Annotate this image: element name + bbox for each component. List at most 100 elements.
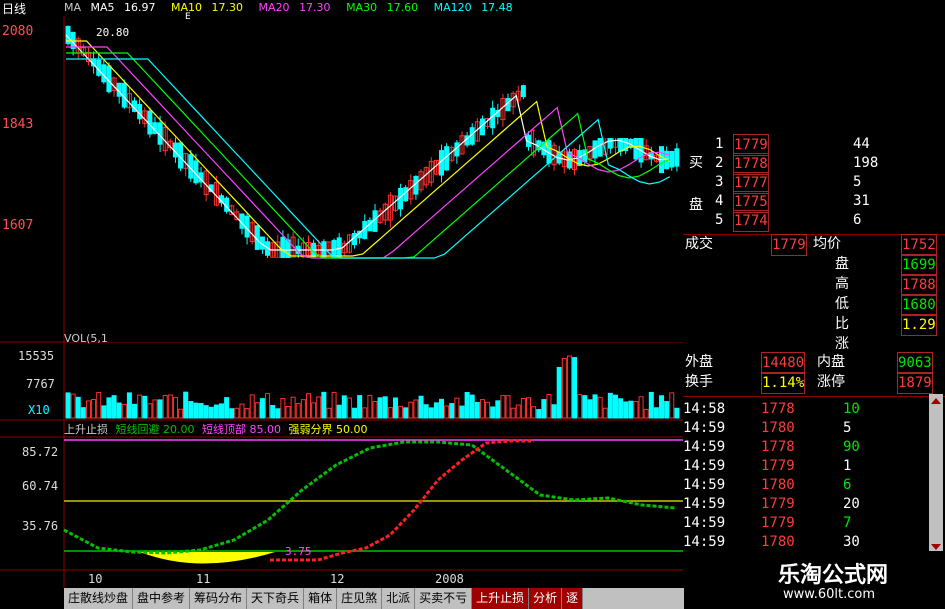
tick-list: 14:58 1778 10 14:59 1780 5 14:59 1778 90 14:59 177… <box>683 396 945 588</box>
turnover-value: 1.14% <box>761 372 806 394</box>
order-book-row: 2 1778 198 <box>683 153 945 175</box>
ma10-label: MA10 17.30 <box>171 1 244 14</box>
tick-row: 14:59 1779 20 <box>683 494 923 514</box>
low-value: 1680 <box>901 294 937 316</box>
ma5-label: MA5 16.97 <box>90 1 156 14</box>
price-candles <box>65 16 683 342</box>
oscillator-bottom-value: 3.75 <box>285 545 312 558</box>
tab-7[interactable]: 买卖不亏 <box>415 588 473 609</box>
chart-window: 日线 MA MA5 16.97 MA10 17.30 MA20 17.30 MA… <box>0 0 945 609</box>
scroll-up-icon[interactable] <box>931 398 941 404</box>
price-axis-high: 2080 <box>2 24 34 39</box>
tab-2[interactable]: 筹码分布 <box>190 588 248 609</box>
oscillator-axis-high: 85.72 <box>22 445 59 459</box>
tick-time: 14:59 <box>683 458 726 474</box>
order-book-row: 5 1774 6 <box>683 210 945 232</box>
tick-price: 1780 <box>761 420 795 436</box>
param-strength-divide: 强弱分界 50.00 <box>288 423 368 436</box>
level: 2 <box>715 155 724 171</box>
tab-1[interactable]: 盘中参考 <box>133 588 191 609</box>
tab-9[interactable]: 分析 <box>529 588 563 609</box>
trade-value: 1779 <box>771 234 807 256</box>
stop-value: 1879 <box>897 372 933 394</box>
tick-row: 14:58 1778 10 <box>683 399 923 419</box>
limit-label: 涨 <box>835 336 849 352</box>
oscillator-axis-low: 35.76 <box>22 519 59 533</box>
turnover-label: 换手 <box>685 374 713 390</box>
price-axis-low: 1607 <box>2 218 34 233</box>
volume-axis-mid: 7767 <box>26 377 55 391</box>
tick-time: 14:58 <box>683 401 726 417</box>
volume: 198 <box>853 155 879 171</box>
level: 4 <box>715 193 724 209</box>
volume: 44 <box>853 136 870 152</box>
avg-label: 均价 <box>813 236 841 252</box>
oscillator-name: 上升止损 <box>64 423 108 436</box>
tick-scrollbar[interactable] <box>929 394 943 554</box>
volume-bars <box>65 355 680 419</box>
oscillator-legend: 上升止损 短线回避 20.00 短线顶部 85.00 强弱分界 50.00 <box>64 421 368 437</box>
tick-time: 14:59 <box>683 534 726 550</box>
tick-volume: 1 <box>843 458 852 474</box>
tick-price: 1779 <box>761 515 795 531</box>
tab-3[interactable]: 天下奇兵 <box>247 588 305 609</box>
period-label[interactable]: 日线 <box>2 0 26 17</box>
level: 1 <box>715 136 724 152</box>
tab-4[interactable]: 箱体 <box>304 588 338 609</box>
tick-volume: 90 <box>843 439 860 455</box>
x-axis-12: 12 <box>330 572 345 586</box>
tab-0[interactable]: 庄散线炒盘 <box>64 588 134 609</box>
tick-price: 1778 <box>761 401 795 417</box>
ratio-value: 1.29 <box>901 314 937 336</box>
ma-legend: MA MA5 16.97 MA10 17.30 MA20 17.30 MA30 … <box>64 0 604 16</box>
volume-title: VOL(5,1 <box>64 332 108 345</box>
tab-10[interactable]: 逐 <box>562 588 584 609</box>
ma120-label: MA120 17.48 <box>433 1 513 14</box>
x-axis-10: 10 <box>88 572 103 586</box>
volume-axis-high: 15535 <box>18 349 55 363</box>
tick-row: 14:59 1780 5 <box>683 418 923 438</box>
open-value: 1699 <box>901 254 937 276</box>
tick-row: 14:59 1778 90 <box>683 437 923 457</box>
brand-watermark: 乐淘公式网 www.60lt.com <box>683 551 945 609</box>
tick-row: 14:59 1779 1 <box>683 456 923 476</box>
quote-panel: 买 盘 成交 1779 均价 1752 盘 1699 高 1788 低 1680 <box>683 134 945 609</box>
e-marker: E <box>185 12 191 22</box>
level: 3 <box>715 174 724 190</box>
ma30-label: MA30 17.60 <box>346 1 419 14</box>
ratio-label: 比 <box>835 316 849 332</box>
tab-8[interactable]: 上升止损 <box>472 588 530 609</box>
tick-volume: 7 <box>843 515 852 531</box>
oscillator-axis-mid: 60.74 <box>22 479 59 493</box>
tab-5[interactable]: 庄见煞 <box>337 588 383 609</box>
tick-time: 14:59 <box>683 477 726 493</box>
volume-unit: X10 <box>28 403 50 417</box>
quote-stats: 成交 1779 均价 1752 盘 1699 高 1788 低 1680 比 1… <box>683 234 945 404</box>
high-value: 1788 <box>901 274 937 296</box>
tick-price: 1780 <box>761 534 795 550</box>
ma-label: MA <box>64 1 82 14</box>
indicator-tabs: 庄散线炒盘 盘中参考 筹码分布 天下奇兵 箱体 庄见煞 北派 买卖不亏 上升止损 分析逐 <box>64 588 684 609</box>
param-short-avoid: 短线回避 20.00 <box>115 423 195 436</box>
tick-price: 1778 <box>761 439 795 455</box>
x-axis-11: 11 <box>196 572 211 586</box>
order-book-row: 4 1775 31 <box>683 191 945 213</box>
outer-label: 外盘 <box>685 354 713 370</box>
tick-volume: 30 <box>843 534 860 550</box>
low-label: 低 <box>835 296 849 312</box>
tab-6[interactable]: 北派 <box>382 588 416 609</box>
trade-label: 成交 <box>685 236 713 252</box>
tick-volume: 6 <box>843 477 852 493</box>
open-label: 盘 <box>835 256 849 272</box>
level: 5 <box>715 212 724 228</box>
volume: 5 <box>853 174 862 190</box>
order-book-row: 3 1777 5 <box>683 172 945 194</box>
tick-time: 14:59 <box>683 439 726 455</box>
scroll-down-icon[interactable] <box>931 544 941 550</box>
tick-price: 1779 <box>761 496 795 512</box>
stop-label: 涨停 <box>817 374 845 390</box>
tick-time: 14:59 <box>683 420 726 436</box>
inner-value: 9063 <box>897 352 933 374</box>
tick-row: 14:59 1780 6 <box>683 475 923 495</box>
x-axis-2008: 2008 <box>435 572 464 586</box>
